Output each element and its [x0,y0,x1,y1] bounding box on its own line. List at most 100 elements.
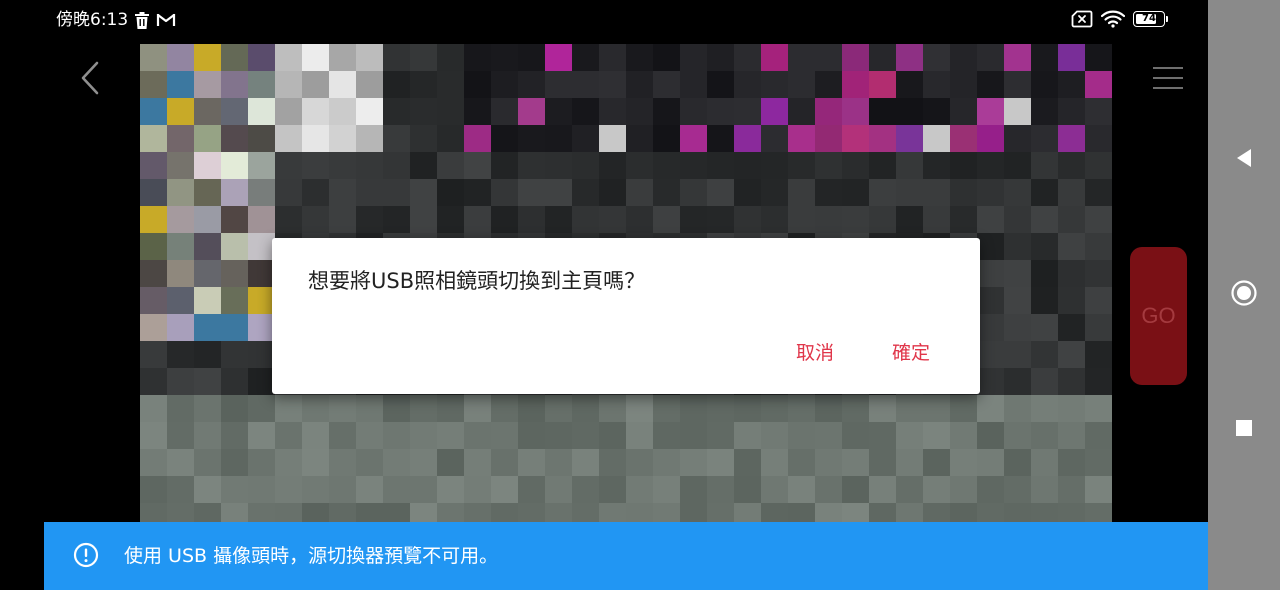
menu-button[interactable] [1148,62,1188,98]
preview-pixel [194,395,221,422]
preview-pixel [491,44,518,71]
preview-pixel [572,476,599,503]
preview-pixel [248,260,275,287]
preview-pixel [1004,71,1031,98]
preview-pixel [356,125,383,152]
preview-pixel [1058,422,1085,449]
preview-pixel [194,287,221,314]
preview-pixel [1058,476,1085,503]
back-button[interactable] [72,58,108,102]
preview-pixel [302,179,329,206]
preview-pixel [977,71,1004,98]
preview-pixel [194,44,221,71]
preview-pixel [464,44,491,71]
preview-pixel [464,152,491,179]
preview-pixel [977,125,1004,152]
wifi-icon [1101,10,1125,28]
preview-pixel [599,422,626,449]
preview-pixel [221,152,248,179]
preview-pixel [221,449,248,476]
preview-pixel [167,206,194,233]
preview-pixel [896,179,923,206]
preview-pixel [626,206,653,233]
preview-pixel [842,422,869,449]
preview-pixel [248,395,275,422]
gmail-icon [156,12,176,28]
preview-pixel [896,206,923,233]
preview-pixel [545,476,572,503]
nav-back-button[interactable] [1224,140,1264,180]
preview-pixel [1031,422,1058,449]
preview-pixel [599,125,626,152]
preview-pixel [275,179,302,206]
preview-pixel [653,125,680,152]
preview-pixel [194,422,221,449]
nav-recents-button[interactable] [1224,410,1264,450]
preview-pixel [194,233,221,260]
preview-pixel [194,260,221,287]
preview-pixel [1031,152,1058,179]
preview-pixel [923,44,950,71]
preview-pixel [248,476,275,503]
preview-pixel [1031,341,1058,368]
preview-pixel [1085,233,1112,260]
preview-pixel [410,44,437,71]
preview-pixel [680,44,707,71]
preview-pixel [1031,449,1058,476]
go-button-label: GO [1141,303,1176,328]
preview-pixel [140,287,167,314]
preview-pixel [1085,368,1112,395]
preview-pixel [140,71,167,98]
status-right: 74 [1063,10,1168,28]
preview-pixel [545,206,572,233]
preview-pixel [923,152,950,179]
preview-pixel [626,152,653,179]
preview-pixel [140,476,167,503]
preview-pixel [950,152,977,179]
preview-pixel [1004,287,1031,314]
preview-pixel [221,179,248,206]
preview-pixel [167,44,194,71]
preview-pixel [167,260,194,287]
preview-pixel [653,206,680,233]
preview-pixel [356,179,383,206]
preview-pixel [680,449,707,476]
preview-pixel [1004,179,1031,206]
preview-pixel [410,152,437,179]
nav-home-button[interactable] [1224,275,1264,315]
preview-pixel [977,152,1004,179]
preview-pixel [275,152,302,179]
preview-pixel [140,98,167,125]
preview-pixel [653,152,680,179]
preview-pixel [950,98,977,125]
preview-pixel [788,71,815,98]
preview-pixel [221,368,248,395]
preview-pixel [815,44,842,71]
preview-pixel [1031,395,1058,422]
preview-pixel [167,233,194,260]
preview-pixel [464,476,491,503]
preview-pixel [248,314,275,341]
confirm-button[interactable]: 確定 [892,336,930,370]
preview-pixel [140,314,167,341]
preview-pixel [221,44,248,71]
preview-pixel [491,152,518,179]
preview-pixel [329,125,356,152]
preview-pixel [356,152,383,179]
go-button[interactable]: GO [1130,247,1187,385]
preview-pixel [329,449,356,476]
preview-pixel [221,125,248,152]
preview-pixel [437,152,464,179]
preview-pixel [518,449,545,476]
preview-pixel [383,395,410,422]
preview-pixel [626,98,653,125]
preview-pixel [410,449,437,476]
preview-pixel [1031,206,1058,233]
preview-pixel [194,179,221,206]
preview-pixel [464,395,491,422]
preview-pixel [788,422,815,449]
preview-pixel [977,395,1004,422]
cancel-button[interactable]: 取消 [796,336,834,370]
preview-pixel [1004,98,1031,125]
preview-pixel [194,368,221,395]
